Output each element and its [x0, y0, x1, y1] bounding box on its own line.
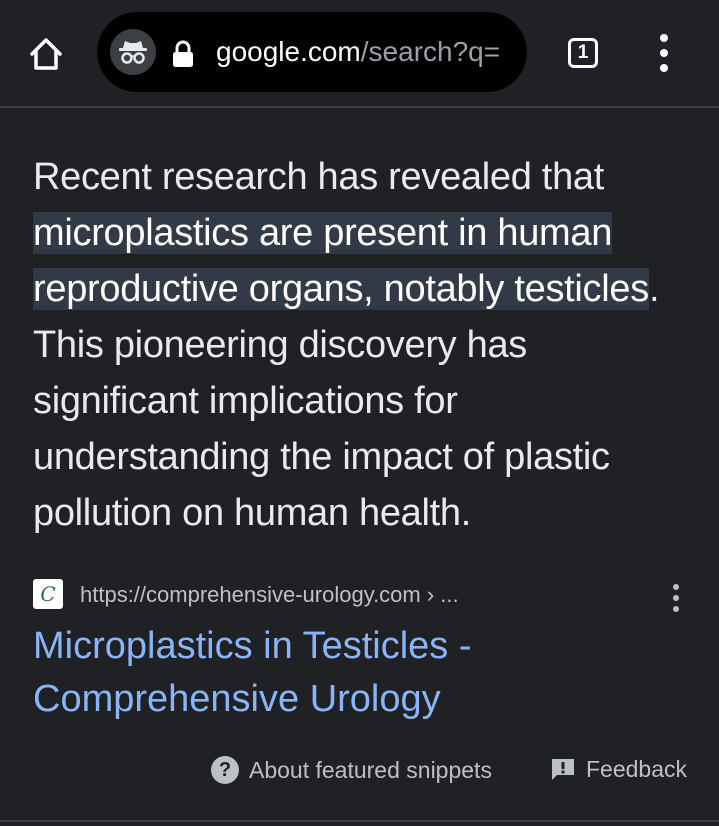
url-text: google.com/search?q= [216, 34, 500, 70]
about-featured-snippets-link[interactable]: ? About featured snippets [211, 756, 492, 784]
about-label: About featured snippets [249, 756, 492, 783]
tab-switcher-button[interactable]: 1 [562, 32, 604, 74]
url-path: /search?q= [360, 36, 501, 67]
featured-snippet-text: Recent research has revealed that microp… [33, 149, 693, 541]
browser-toolbar: google.com/search?q= 1 [0, 0, 719, 108]
result-more-icon[interactable] [667, 584, 685, 612]
snippet-footer: ? About featured snippets Feedback [0, 752, 719, 792]
result-source-url[interactable]: https://comprehensive-urology.com › ... [80, 580, 459, 610]
more-vert-icon[interactable] [646, 30, 682, 76]
home-icon [30, 38, 62, 70]
snippet-highlight: microplastics are present in human repro… [33, 212, 649, 310]
incognito-icon [110, 29, 156, 75]
divider [0, 820, 719, 822]
snippet-text-before: Recent research has revealed that [33, 156, 604, 198]
home-button[interactable] [22, 30, 70, 78]
feedback-link[interactable]: Feedback [550, 756, 687, 783]
feedback-icon [552, 758, 574, 780]
address-bar[interactable]: google.com/search?q= [97, 12, 527, 92]
result-title-link[interactable]: Microplastics in Testicles - Comprehensi… [33, 620, 673, 726]
help-icon: ? [211, 756, 239, 784]
lock-icon [173, 40, 193, 67]
site-favicon: C [33, 579, 63, 609]
tab-switcher-icon: 1 [568, 38, 598, 68]
feedback-label: Feedback [586, 756, 688, 782]
result-source-row[interactable]: C https://comprehensive-urology.com › ..… [33, 578, 693, 612]
url-host: google.com [216, 36, 361, 67]
